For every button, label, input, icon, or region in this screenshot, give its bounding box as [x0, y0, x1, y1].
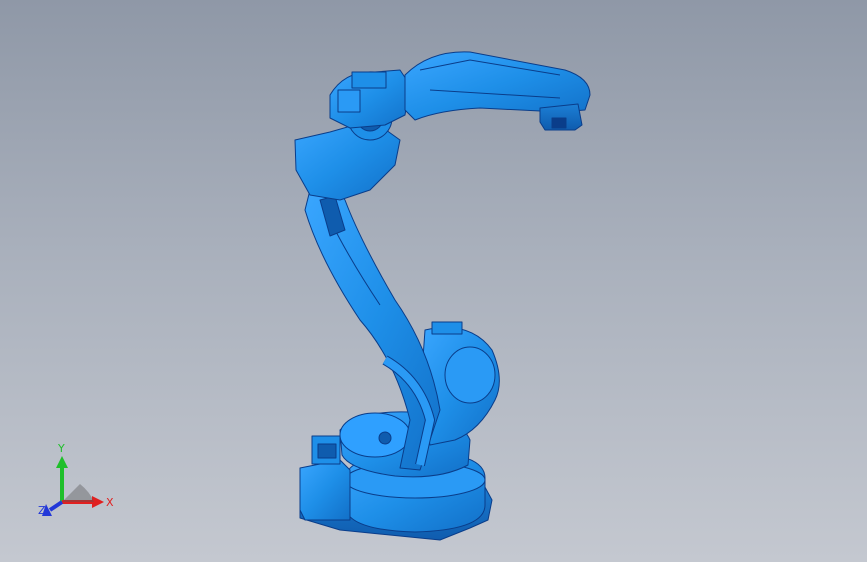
y-axis-label: Y: [57, 442, 65, 455]
robot-connector-box: [299, 459, 351, 521]
coordinate-triad: Y X Z: [38, 442, 114, 517]
z-axis-label: Z: [38, 504, 46, 517]
y-axis-head: [56, 456, 68, 468]
x-axis-label: X: [106, 496, 114, 509]
z-axis-arrow: [48, 500, 64, 512]
robot-arm-model[interactable]: [0, 0, 867, 562]
3d-viewport[interactable]: Y X Z: [0, 0, 867, 562]
